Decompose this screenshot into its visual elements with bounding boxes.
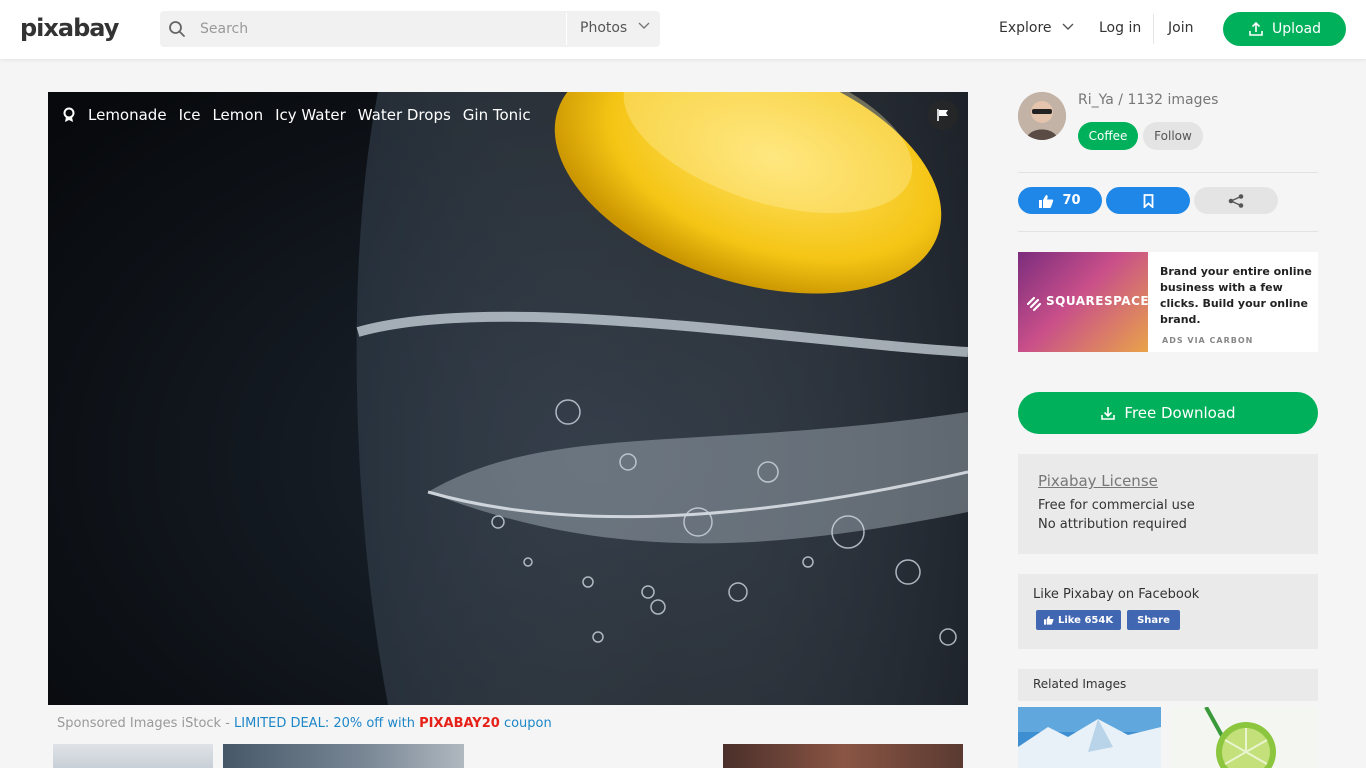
download-icon bbox=[1101, 407, 1116, 420]
login-link[interactable]: Log in bbox=[1099, 20, 1141, 36]
license-link[interactable]: Pixabay License bbox=[1038, 472, 1298, 490]
facebook-like-label: Like 654K bbox=[1058, 614, 1114, 626]
facebook-like-button[interactable]: Like 654K bbox=[1036, 610, 1122, 630]
tag-water-drops[interactable]: Water Drops bbox=[358, 106, 451, 124]
sponsored-thumb[interactable] bbox=[223, 744, 464, 768]
like-button[interactable]: 70 bbox=[1018, 187, 1102, 214]
sponsored-prefix: Sponsored Images iStock - bbox=[57, 716, 235, 731]
photo-glass-with-lemon bbox=[48, 92, 968, 705]
explore-label: Explore bbox=[999, 20, 1052, 36]
share-icon bbox=[1228, 193, 1244, 208]
related-image[interactable] bbox=[1171, 707, 1318, 768]
search-type-label: Photos bbox=[580, 20, 628, 36]
thumbs-up-icon bbox=[1039, 194, 1054, 208]
search-input[interactable] bbox=[200, 18, 560, 40]
pixabay-logo[interactable]: pixabay bbox=[20, 14, 119, 42]
nav-divider bbox=[1153, 14, 1154, 44]
top-header: pixabay Photos Explore Log in Join Uploa… bbox=[0, 0, 1366, 59]
sponsored-thumb[interactable] bbox=[53, 744, 213, 768]
search-bar: Photos bbox=[160, 11, 660, 47]
tag-lemon[interactable]: Lemon bbox=[212, 106, 263, 124]
like-count: 70 bbox=[1062, 193, 1081, 208]
license-line-attribution: No attribution required bbox=[1038, 517, 1187, 532]
join-link[interactable]: Join bbox=[1168, 20, 1193, 36]
author-info[interactable]: Ri_Ya / 1132 images bbox=[1078, 92, 1218, 108]
explore-menu[interactable]: Explore bbox=[999, 20, 1074, 36]
tag-list: Lemonade Ice Lemon Icy Water Water Drops… bbox=[62, 106, 531, 124]
upload-icon bbox=[1249, 21, 1263, 36]
carbon-ad[interactable]: SQUARESPACE Brand your entire online bus… bbox=[1018, 252, 1318, 352]
coffee-button[interactable]: Coffee bbox=[1078, 122, 1138, 150]
flag-icon bbox=[937, 109, 948, 121]
facebook-buttons: Like 654K Share bbox=[1036, 610, 1303, 630]
share-button[interactable] bbox=[1194, 187, 1278, 214]
download-label: Free Download bbox=[1124, 404, 1236, 422]
facebook-box: Like Pixabay on Facebook Like 654K Share bbox=[1018, 574, 1318, 649]
tag-lemonade[interactable]: Lemonade bbox=[88, 106, 167, 124]
author-avatar[interactable] bbox=[1018, 92, 1066, 140]
facebook-share-button[interactable]: Share bbox=[1127, 610, 1180, 630]
related-images-heading: Related Images bbox=[1018, 669, 1318, 701]
thumbs-up-icon bbox=[1044, 616, 1054, 625]
tag-icy-water[interactable]: Icy Water bbox=[275, 106, 346, 124]
bookmark-button[interactable] bbox=[1106, 187, 1190, 214]
bookmark-icon bbox=[1143, 193, 1153, 208]
upload-button[interactable]: Upload bbox=[1223, 12, 1346, 46]
chevron-down-icon bbox=[638, 22, 650, 29]
license-line-commercial: Free for commercial use bbox=[1038, 498, 1195, 513]
award-icon bbox=[63, 107, 75, 122]
report-button[interactable] bbox=[928, 100, 958, 130]
tag-gin-tonic[interactable]: Gin Tonic bbox=[463, 106, 531, 124]
follow-button[interactable]: Follow bbox=[1143, 122, 1203, 150]
ad-via[interactable]: ADS VIA CARBON bbox=[1162, 336, 1253, 345]
ad-image: SQUARESPACE bbox=[1018, 252, 1148, 352]
search-divider bbox=[566, 13, 567, 45]
squarespace-logo-icon bbox=[1026, 296, 1042, 312]
free-download-button[interactable]: Free Download bbox=[1018, 392, 1318, 434]
related-image-iceberg bbox=[1018, 707, 1161, 768]
search-icon[interactable] bbox=[168, 20, 186, 38]
sponsored-deal-link[interactable]: LIMITED DEAL: 20% off with bbox=[234, 716, 419, 731]
ad-text[interactable]: Brand your entire online business with a… bbox=[1160, 264, 1312, 328]
license-box: Pixabay License Free for commercial use … bbox=[1018, 454, 1318, 554]
chevron-down-icon bbox=[1062, 23, 1074, 30]
sponsored-suffix[interactable]: coupon bbox=[500, 716, 552, 731]
divider bbox=[1018, 172, 1318, 173]
ad-brand: SQUARESPACE bbox=[1046, 294, 1148, 308]
related-image[interactable] bbox=[1018, 707, 1161, 768]
main-photo[interactable]: Lemonade Ice Lemon Icy Water Water Drops… bbox=[48, 92, 968, 705]
related-image-lime-drink bbox=[1171, 707, 1318, 768]
divider bbox=[1018, 231, 1318, 232]
upload-label: Upload bbox=[1271, 21, 1322, 37]
avatar-image bbox=[1018, 92, 1066, 140]
sponsored-line: Sponsored Images iStock - LIMITED DEAL: … bbox=[57, 716, 552, 731]
coupon-code[interactable]: PIXABAY20 bbox=[419, 716, 500, 731]
search-type-select[interactable]: Photos bbox=[580, 20, 650, 36]
tag-ice[interactable]: Ice bbox=[179, 106, 201, 124]
sponsored-thumb[interactable] bbox=[723, 744, 963, 768]
facebook-title: Like Pixabay on Facebook bbox=[1033, 587, 1200, 602]
